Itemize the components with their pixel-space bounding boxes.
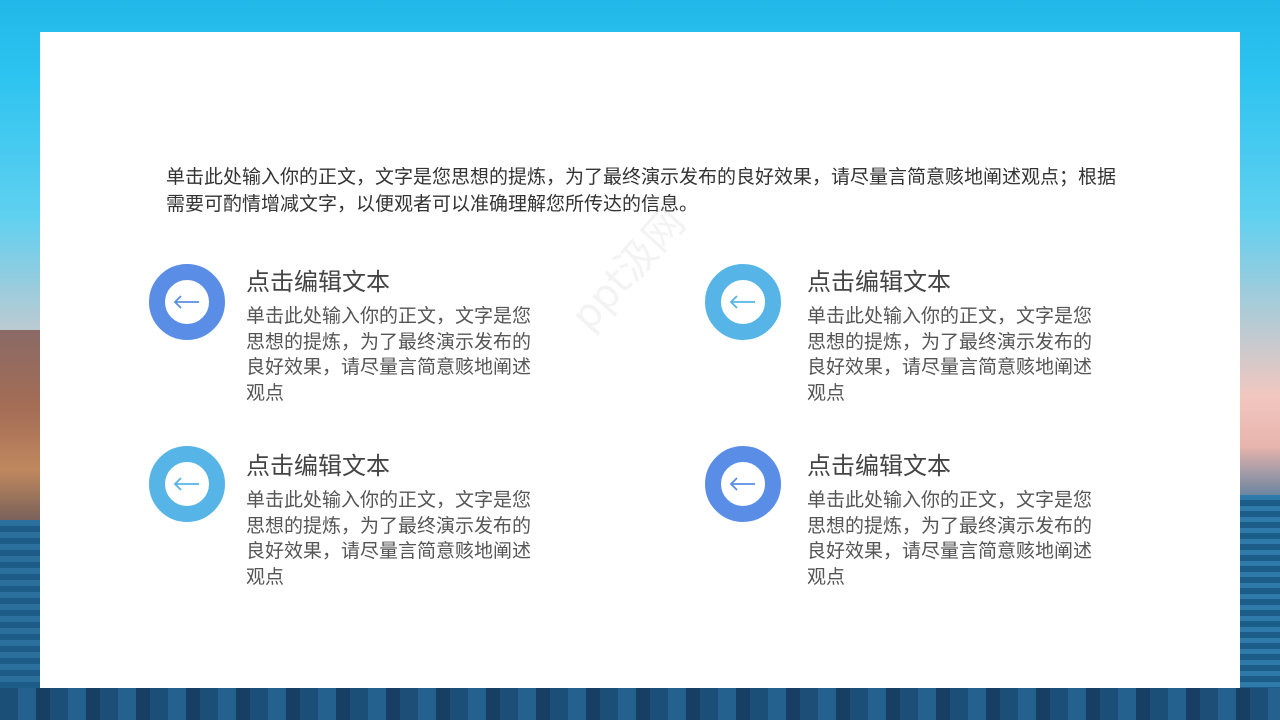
feature-body[interactable]: 单击此处输入你的正文，文字是您思想的提炼，为了最终演示发布的良好效果，请尽量言简… [807, 304, 1097, 406]
feature-ring [149, 446, 225, 522]
arrow-left-icon [173, 295, 199, 309]
feature-body[interactable]: 单击此处输入你的正文，文字是您思想的提炼，为了最终演示发布的良好效果，请尽量言简… [246, 304, 536, 406]
feature-ring [705, 264, 781, 340]
feature-title[interactable]: 点击编辑文本 [246, 266, 390, 298]
background-sea-right [1240, 495, 1280, 720]
feature-ring [705, 446, 781, 522]
arrow-left-icon [729, 477, 755, 491]
feature-item-top-left: 点击编辑文本 单击此处输入你的正文，文字是您思想的提炼，为了最终演示发布的良好效… [149, 264, 569, 414]
feature-title[interactable]: 点击编辑文本 [807, 266, 951, 298]
background-sea-bottom [0, 688, 1280, 720]
feature-body[interactable]: 单击此处输入你的正文，文字是您思想的提炼，为了最终演示发布的良好效果，请尽量言简… [246, 488, 536, 590]
slide-stage: 单击此处输入你的正文，文字是您思想的提炼，为了最终演示发布的良好效果，请尽量言简… [0, 0, 1280, 720]
background-coast-left [0, 330, 40, 530]
feature-body[interactable]: 单击此处输入你的正文，文字是您思想的提炼，为了最终演示发布的良好效果，请尽量言简… [807, 488, 1097, 590]
feature-title[interactable]: 点击编辑文本 [246, 450, 390, 482]
feature-item-bottom-right: 点击编辑文本 单击此处输入你的正文，文字是您思想的提炼，为了最终演示发布的良好效… [705, 446, 1125, 596]
feature-item-bottom-left: 点击编辑文本 单击此处输入你的正文，文字是您思想的提炼，为了最终演示发布的良好效… [149, 446, 569, 596]
feature-item-top-right: 点击编辑文本 单击此处输入你的正文，文字是您思想的提炼，为了最终演示发布的良好效… [705, 264, 1125, 414]
arrow-left-icon [173, 477, 199, 491]
arrow-left-icon [729, 295, 755, 309]
feature-ring [149, 264, 225, 340]
content-card: 单击此处输入你的正文，文字是您思想的提炼，为了最终演示发布的良好效果，请尽量言简… [40, 32, 1240, 688]
feature-title[interactable]: 点击编辑文本 [807, 450, 951, 482]
